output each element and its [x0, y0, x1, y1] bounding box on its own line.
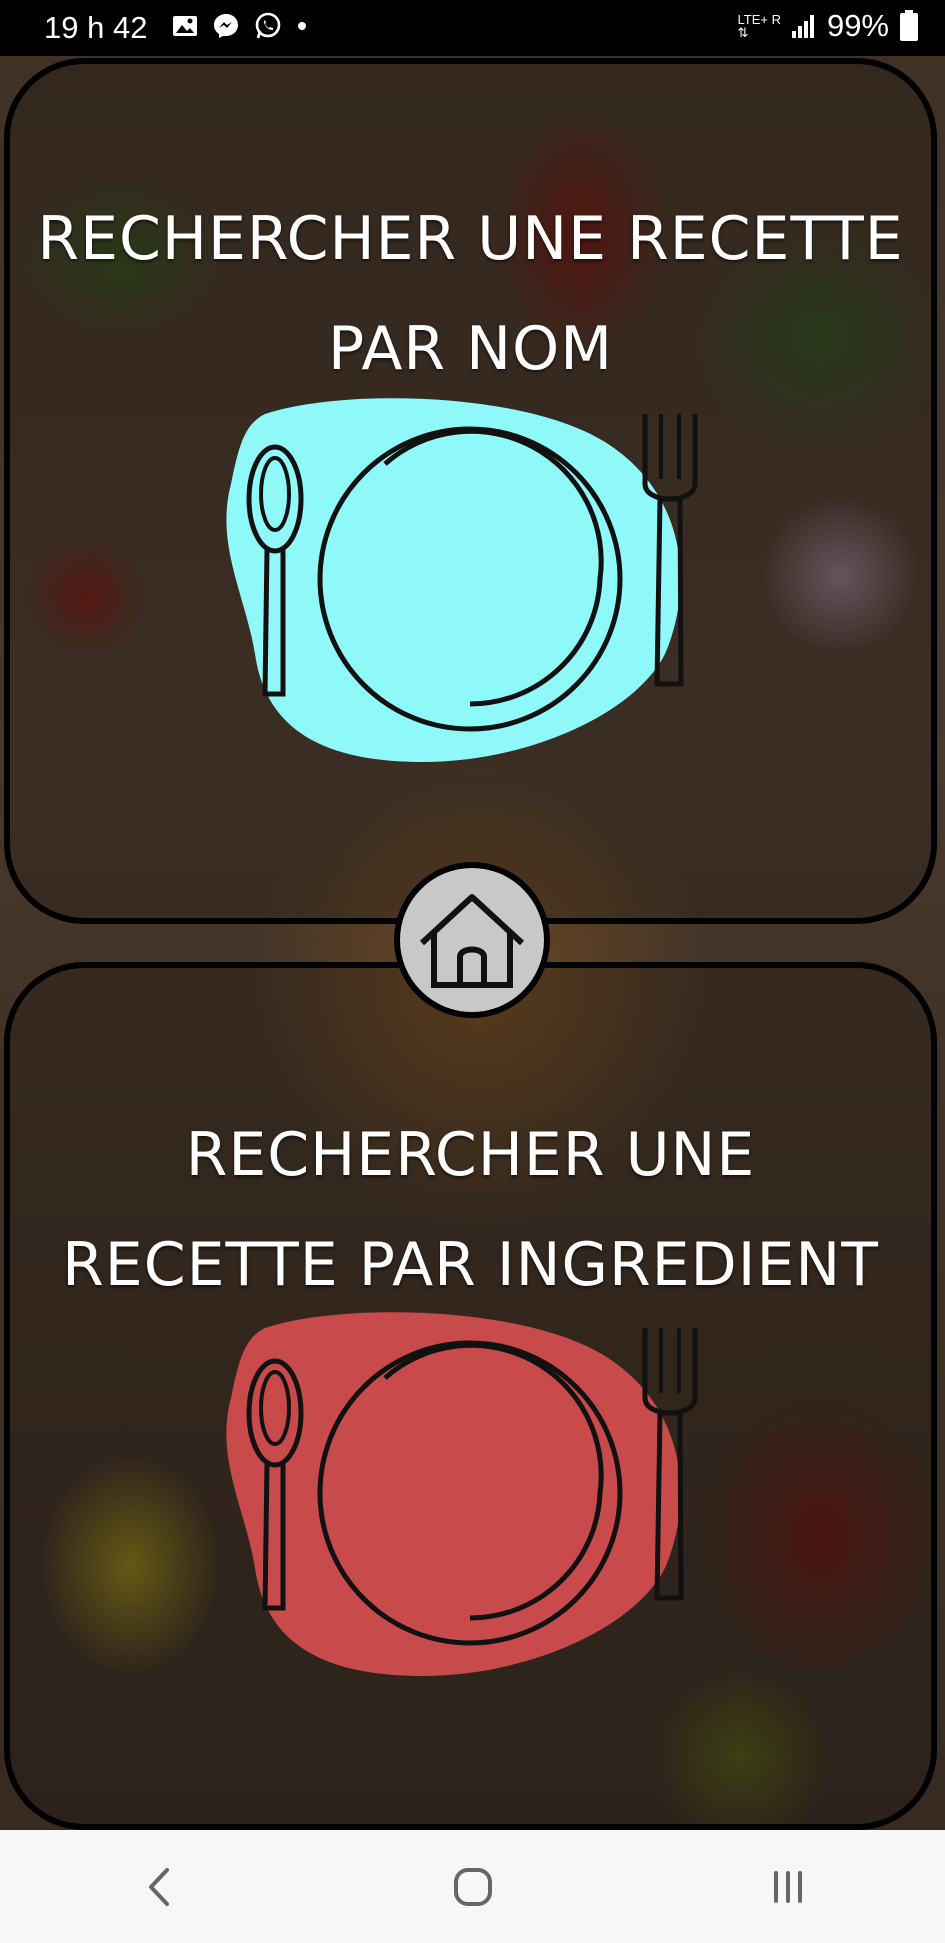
- notification-icons: [172, 12, 308, 40]
- battery-icon: [900, 10, 918, 41]
- search-by-name-card[interactable]: RECHERCHER UNE RECETTE PAR NOM: [4, 58, 937, 924]
- battery-percent: 99%: [826, 8, 889, 43]
- data-arrows-icon: ⇅: [737, 25, 749, 40]
- status-bar: 19 h 42 LTE+ R ⇅ 99%: [0, 0, 945, 56]
- status-right: LTE+ R ⇅ 99%: [737, 8, 919, 44]
- nav-home-button[interactable]: [433, 1847, 513, 1927]
- plate-blob-cyan: [226, 398, 681, 763]
- image-icon: [173, 16, 197, 36]
- plate-cutlery-icon[interactable]: [225, 1308, 715, 1688]
- search-by-ingredient-card[interactable]: RECHERCHER UNE RECETTE PAR INGREDIENT: [4, 962, 937, 1830]
- search-by-ingredient-title-line1: RECHERCHER UNE: [185, 1120, 756, 1190]
- nav-back-button[interactable]: [118, 1847, 198, 1927]
- messenger-icon: [214, 14, 238, 38]
- plate-cutlery-icon[interactable]: [225, 394, 715, 774]
- signal-icon: [791, 15, 814, 38]
- system-nav-bar: [0, 1830, 945, 1943]
- search-by-name-title-line2: PAR NOM: [327, 314, 614, 384]
- nav-recents-button[interactable]: [748, 1847, 828, 1927]
- recents-icon: [773, 1870, 802, 1903]
- home-button[interactable]: [394, 862, 550, 1018]
- dot-icon: [298, 22, 306, 30]
- whatsapp-icon: [255, 12, 281, 39]
- plate-blob-red: [226, 1312, 681, 1677]
- home-circle-icon: [453, 1867, 492, 1906]
- back-icon: [148, 1867, 169, 1906]
- search-by-name-title-line1: RECHERCHER UNE RECETTE: [37, 204, 904, 274]
- home-icon: [419, 894, 525, 988]
- search-by-ingredient-title-line2: RECETTE PAR INGREDIENT: [62, 1230, 879, 1300]
- status-time: 19 h 42: [44, 10, 148, 45]
